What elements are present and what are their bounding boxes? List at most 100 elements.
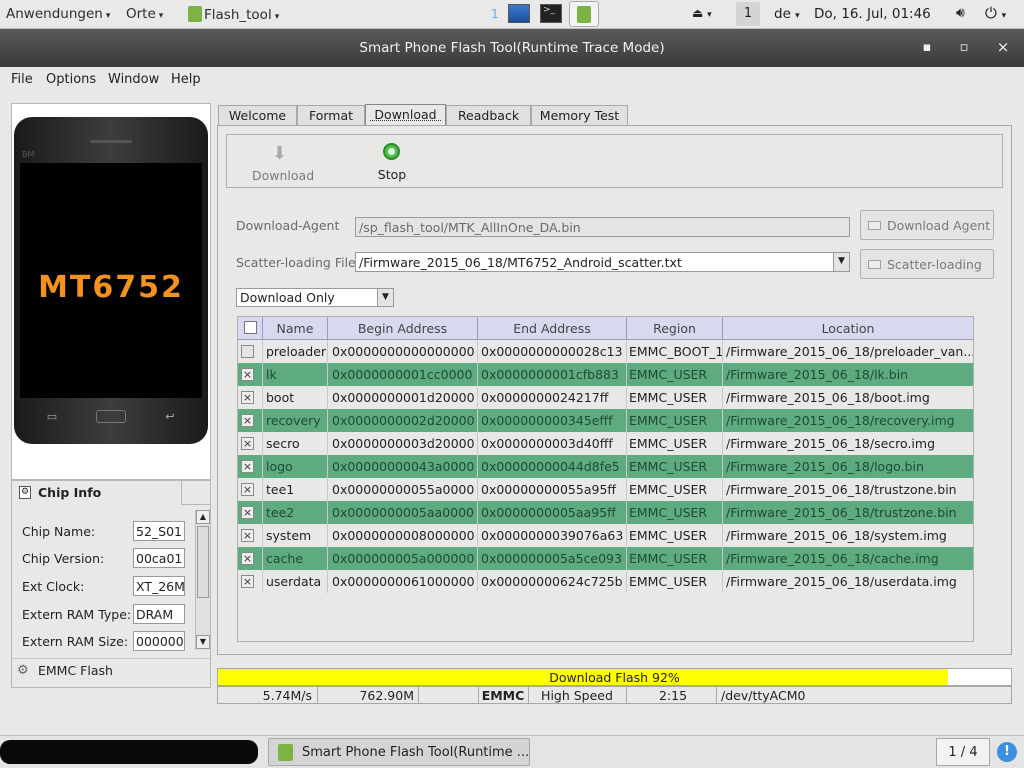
workspace-pager[interactable]: 1 / 4 <box>936 738 990 766</box>
emmc-flash-tab[interactable]: ⚙ EMMC Flash <box>12 658 210 684</box>
cell-name: tee2 <box>263 501 328 524</box>
cell-name: system <box>263 524 328 547</box>
clock[interactable]: Do, 16. Jul, 01:46 <box>814 6 931 22</box>
select-all-column[interactable] <box>238 317 263 340</box>
notification-icon[interactable]: ! <box>997 742 1017 762</box>
eject-icon[interactable]: ⏏ ▾ <box>692 6 712 20</box>
minimize-button[interactable]: ▪ <box>919 40 935 55</box>
col-name[interactable]: Name <box>263 317 328 340</box>
power-icon[interactable]: ⏻ ▾ <box>985 4 1006 22</box>
action-toolbar <box>226 134 1003 188</box>
tab-welcome[interactable]: Welcome <box>218 105 297 126</box>
row-checkbox[interactable]: × <box>241 506 254 519</box>
row-checkbox[interactable]: × <box>241 414 254 427</box>
status-divider <box>528 687 529 704</box>
row-checkbox[interactable]: × <box>241 552 254 565</box>
table-row[interactable]: × cache 0x000000005a000000 0x000000005a5ce0… <box>238 547 973 570</box>
table-row[interactable]: preloader 0x0000000000000000 0x00000000000… <box>238 340 973 363</box>
row-checkbox[interactable]: × <box>241 575 254 588</box>
table-row[interactable]: × lk 0x0000000001cc0000 0x0000000001cfb883 E… <box>238 363 973 386</box>
app-task-menu[interactable]: Flash_tool ▾ <box>188 6 279 23</box>
terminal-icon[interactable]: >_ <box>540 4 562 23</box>
flash-tool-icon[interactable] <box>569 1 599 27</box>
col-end-address[interactable]: End Address <box>478 317 627 340</box>
menu-file[interactable]: File <box>11 72 33 87</box>
cell-location: /Firmware_2015_06_18/secro.img <box>726 436 936 451</box>
chip-info-tab[interactable]: ⚙ Chip Info <box>12 481 182 505</box>
cell-region: EMMC_USER <box>627 524 723 547</box>
maximize-button[interactable]: ▫ <box>956 40 972 55</box>
keyboard-layout[interactable]: de ▾ <box>774 6 800 22</box>
ram-type-value: DRAM <box>133 604 185 624</box>
status-bar: 5.74M/s 762.90M EMMC High Speed 2:15 /de… <box>217 686 1012 704</box>
cell-location: /Firmware_2015_06_18/system.img <box>726 528 947 543</box>
scroll-down-icon[interactable]: ▼ <box>196 635 210 649</box>
row-checkbox[interactable] <box>241 345 254 358</box>
workspace-indicator[interactable]: 1 <box>736 2 760 26</box>
download-agent-button[interactable]: Download Agent <box>860 210 994 240</box>
download-agent-input[interactable]: /sp_flash_tool/MTK_AllInOne_DA.bin <box>355 217 850 237</box>
menu-help[interactable]: Help <box>171 72 201 87</box>
table-row[interactable]: × boot 0x0000000001d20000 0x0000000024217ff… <box>238 386 973 409</box>
volume-icon[interactable]: 🔊︎ <box>956 5 965 21</box>
status-divider <box>478 687 479 704</box>
table-row[interactable]: × secro 0x0000000003d20000 0x0000000003d40f… <box>238 432 973 455</box>
mode-select[interactable]: Download Only <box>236 288 394 307</box>
scatter-dropdown-icon[interactable]: ▼ <box>833 253 849 271</box>
row-checkbox[interactable]: × <box>241 483 254 496</box>
close-button[interactable]: × <box>995 38 1011 56</box>
status-mode: High Speed <box>541 688 613 703</box>
tab-memory-test[interactable]: Memory Test <box>531 105 628 126</box>
row-select-cell: × <box>238 432 263 455</box>
table-row[interactable]: × tee2 0x0000000005aa0000 0x0000000005aa95f… <box>238 501 973 524</box>
mode-dropdown-icon[interactable]: ▼ <box>377 289 393 306</box>
download-agent-button-label: Download Agent <box>887 218 991 233</box>
emmc-gear-icon: ⚙ <box>17 663 29 678</box>
row-select-cell: × <box>238 409 263 432</box>
menu-window[interactable]: Window <box>108 72 159 87</box>
col-location[interactable]: Location <box>723 317 973 340</box>
tab-download[interactable]: Download <box>365 104 446 126</box>
menu-options[interactable]: Options <box>46 72 96 87</box>
table-row[interactable]: × recovery 0x0000000002d20000 0x00000000034… <box>238 409 973 432</box>
row-checkbox[interactable]: × <box>241 368 254 381</box>
places-menu[interactable]: Orte ▾ <box>126 6 163 22</box>
tab-readback[interactable]: Readback <box>446 105 531 126</box>
ram-size-value: 000000 <box>133 631 185 651</box>
row-checkbox[interactable]: × <box>241 460 254 473</box>
table-row[interactable]: × userdata 0x0000000061000000 0x00000000624… <box>238 570 973 593</box>
table-header: Name Begin Address End Address Region Lo… <box>238 317 973 340</box>
scroll-up-icon[interactable]: ▲ <box>196 510 210 524</box>
scatter-loading-button[interactable]: Scatter-loading <box>860 249 994 279</box>
row-checkbox[interactable]: × <box>241 529 254 542</box>
applications-menu[interactable]: Anwendungen ▾ <box>6 6 110 22</box>
cell-name: boot <box>263 386 328 409</box>
scroll-thumb[interactable] <box>197 526 209 598</box>
cell-begin: 0x0000000002d20000 <box>328 409 478 432</box>
scatter-file-input[interactable]: /Firmware_2015_06_18/MT6752_Android_scat… <box>355 252 850 272</box>
table-row[interactable]: × tee1 0x00000000055a0000 0x00000000055a95f… <box>238 478 973 501</box>
cell-end: 0x0000000000028c13 <box>478 340 627 363</box>
status-time: 2:15 <box>658 688 688 703</box>
desktop-icon[interactable] <box>508 4 530 23</box>
col-begin-address[interactable]: Begin Address <box>328 317 478 340</box>
download-button[interactable]: ⬇ Download <box>252 141 314 183</box>
table-row[interactable]: × system 0x0000000008000000 0x0000000039076… <box>238 524 973 547</box>
row-select-cell: × <box>238 478 263 501</box>
table-row[interactable]: × logo 0x00000000043a0000 0x00000000044d8fe… <box>238 455 973 478</box>
cell-end: 0x00000000624c725b <box>478 570 627 593</box>
row-checkbox[interactable]: × <box>241 437 254 450</box>
row-select-cell: × <box>238 363 263 386</box>
tab-format[interactable]: Format <box>297 105 365 126</box>
row-checkbox[interactable]: × <box>241 391 254 404</box>
top-panel: Anwendungen ▾ Orte ▾ Flash_tool ▾ 1 >_ ⏏ ▾ … <box>0 0 1024 29</box>
col-region[interactable]: Region <box>627 317 723 340</box>
emmc-flash-label: EMMC Flash <box>38 663 113 678</box>
chip-info-scrollbar[interactable]: ▲ ▼ <box>195 510 210 650</box>
android-app-icon <box>188 6 202 22</box>
stop-button[interactable]: Stop <box>370 141 414 183</box>
cell-end: 0x0000000039076a63 <box>478 524 627 547</box>
select-all-checkbox[interactable] <box>244 321 257 334</box>
taskbar-window-button[interactable]: Smart Phone Flash Tool(Runtime ... <box>268 738 530 766</box>
window-title: Smart Phone Flash Tool(Runtime Trace Mod… <box>359 40 665 56</box>
